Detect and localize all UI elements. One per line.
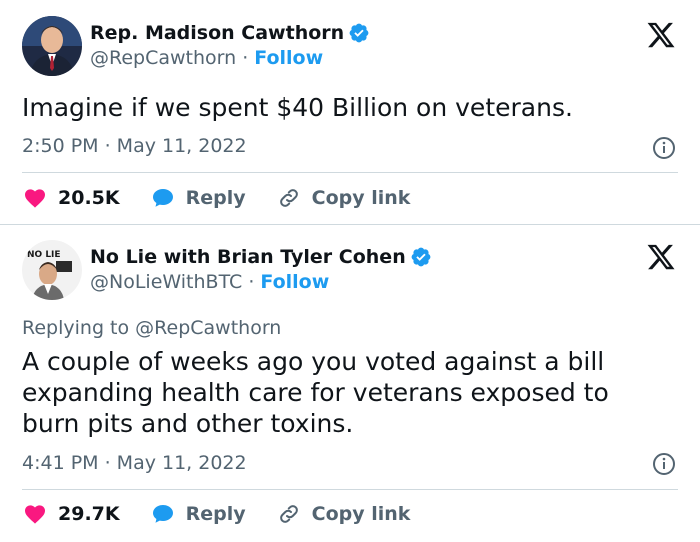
author-handle[interactable]: @NoLieWithBTC bbox=[90, 269, 242, 295]
tweet-actions: 29.7K Reply Copy link bbox=[22, 502, 440, 526]
x-logo-icon[interactable] bbox=[646, 242, 676, 272]
like-count: 29.7K bbox=[58, 503, 120, 525]
author-handle[interactable]: @RepCawthorn bbox=[90, 45, 236, 71]
verified-badge-icon bbox=[349, 23, 369, 43]
tweet-timestamp[interactable]: 2:50 PM · May 11, 2022 bbox=[22, 135, 247, 157]
tweet-text-line: burn pits and other toxins. bbox=[22, 409, 354, 438]
divider bbox=[22, 489, 678, 490]
like-count: 20.5K bbox=[58, 187, 120, 209]
handle-separator: · bbox=[248, 271, 255, 293]
tweet-header: NO LIE No Lie with Brian Tyler Cohen @No… bbox=[22, 240, 432, 300]
x-logo-icon[interactable] bbox=[646, 20, 676, 50]
like-action[interactable]: 20.5K bbox=[22, 186, 120, 210]
handle-separator: · bbox=[242, 47, 249, 69]
tweet-text-line: expanding health care for veterans expos… bbox=[22, 378, 609, 407]
tweet-timestamp[interactable]: 4:41 PM · May 11, 2022 bbox=[22, 452, 247, 474]
reply-bubble-icon bbox=[152, 505, 173, 523]
copy-link-label: Copy link bbox=[311, 503, 411, 525]
divider bbox=[22, 172, 678, 173]
info-icon[interactable] bbox=[652, 452, 676, 476]
avatar[interactable]: NO LIE bbox=[22, 240, 82, 300]
reply-label: Reply bbox=[185, 187, 246, 209]
copy-link-label: Copy link bbox=[311, 187, 411, 209]
tweet-card: NO LIE No Lie with Brian Tyler Cohen @No… bbox=[0, 224, 700, 542]
tweet-text-line: A couple of weeks ago you voted against … bbox=[22, 347, 605, 376]
follow-button[interactable]: Follow bbox=[254, 45, 323, 71]
copy-link-button[interactable]: Copy link bbox=[276, 186, 411, 210]
link-icon bbox=[279, 505, 298, 523]
follow-button[interactable]: Follow bbox=[260, 269, 329, 295]
author-name[interactable]: No Lie with Brian Tyler Cohen bbox=[90, 245, 406, 269]
reply-label: Reply bbox=[185, 503, 246, 525]
link-icon bbox=[279, 189, 298, 207]
author-name[interactable]: Rep. Madison Cawthorn bbox=[90, 21, 344, 45]
avatar-logo-text: NO LIE bbox=[27, 250, 61, 260]
tweet-header: Rep. Madison Cawthorn @RepCawthorn · Fol… bbox=[22, 16, 370, 76]
heart-icon bbox=[25, 189, 45, 208]
copy-link-button[interactable]: Copy link bbox=[276, 502, 411, 526]
heart-icon bbox=[25, 505, 45, 524]
reply-button[interactable]: Reply bbox=[150, 502, 246, 526]
tweet-card: Rep. Madison Cawthorn @RepCawthorn · Fol… bbox=[0, 0, 700, 224]
tweet-text: A couple of weeks ago you voted against … bbox=[22, 346, 609, 439]
verified-badge-icon bbox=[411, 247, 431, 267]
replying-to[interactable]: Replying to @RepCawthorn bbox=[22, 317, 281, 339]
reply-bubble-icon bbox=[152, 189, 173, 207]
info-icon[interactable] bbox=[652, 136, 676, 160]
tweet-actions: 20.5K Reply Copy link bbox=[22, 186, 440, 210]
reply-button[interactable]: Reply bbox=[150, 186, 246, 210]
tweet-text: Imagine if we spent $40 Billion on veter… bbox=[22, 93, 573, 122]
like-action[interactable]: 29.7K bbox=[22, 502, 120, 526]
avatar[interactable] bbox=[22, 16, 82, 76]
